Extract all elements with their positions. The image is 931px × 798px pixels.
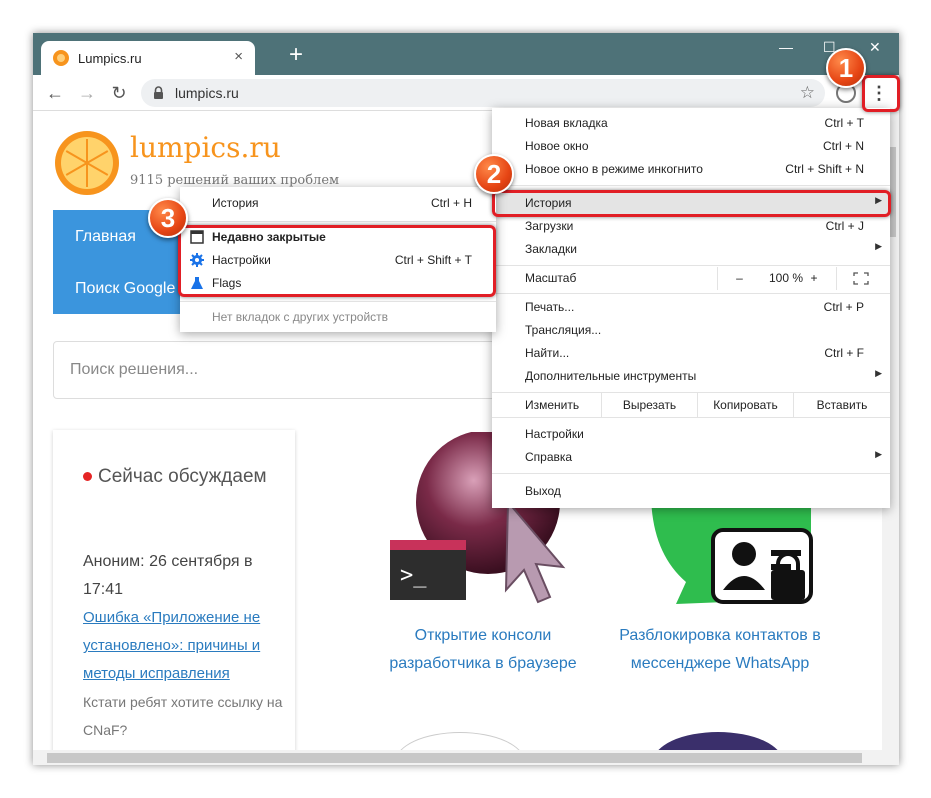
highlight-menu-button [862, 75, 900, 112]
search-placeholder: Поиск решения... [70, 361, 199, 378]
live-dot-icon [83, 472, 92, 482]
zoom-value: 100 % [768, 271, 804, 285]
zoom-out-button[interactable]: – [717, 267, 761, 290]
menu-settings[interactable]: Настройки [492, 423, 890, 446]
close-window-button[interactable]: ✕ [869, 39, 881, 56]
article-thumb-partial [395, 732, 525, 750]
comment-author: Аноним: 26 сентября в 17:41 [83, 553, 253, 598]
menu-help[interactable]: Справка ▶ [492, 446, 890, 469]
svg-text:>_: >_ [400, 563, 427, 588]
menu-paste-button[interactable]: Вставить [794, 393, 890, 417]
submenu-history[interactable]: История Ctrl + H [180, 192, 496, 215]
article-link-console[interactable]: Открытие консоли разработчика в браузере [373, 622, 593, 678]
menu-downloads[interactable]: Загрузки Ctrl + J [492, 215, 890, 238]
chrome-main-menu: Новая вкладка Ctrl + T Новое окно Ctrl + N… [492, 108, 890, 508]
fullscreen-icon [853, 272, 869, 285]
new-tab-button[interactable]: + [289, 41, 303, 69]
discussion-link[interactable]: Ошибка «Приложение не установлено»: прич… [83, 604, 283, 688]
discussion-card: Сейчас обсуждаем Аноним: 26 сентября в 1… [53, 430, 295, 750]
tab-lumpics[interactable]: Lumpics.ru × [41, 41, 255, 75]
orange-favicon-icon [53, 50, 69, 66]
tab-title: Lumpics.ru [78, 50, 142, 66]
tab-close-icon[interactable]: × [234, 48, 243, 65]
menu-bookmarks[interactable]: Закладки ▶ [492, 238, 890, 261]
nav-search-google[interactable]: Поиск Google [75, 280, 175, 298]
step-badge-3: 3 [148, 198, 188, 238]
horizontal-scrollbar[interactable] [33, 750, 899, 765]
menu-new-tab[interactable]: Новая вкладка Ctrl + T [492, 112, 890, 135]
menu-exit[interactable]: Выход [492, 480, 890, 503]
site-brand[interactable]: lumpics.ru [130, 131, 281, 164]
menu-edit-label: Изменить [492, 393, 602, 417]
zoom-in-button[interactable]: + [808, 271, 820, 285]
minimize-button[interactable]: — [779, 39, 793, 55]
menu-incognito[interactable]: Новое окно в режиме инкогнито Ctrl + Shif… [492, 158, 890, 181]
submenu-arrow-icon: ▶ [875, 368, 882, 378]
browser-toolbar: ← → ↻ lumpics.ru ☆ ⋮ [33, 75, 899, 111]
article-thumb-partial-2 [653, 732, 783, 750]
url-text: lumpics.ru [175, 85, 239, 101]
menu-find[interactable]: Найти... Ctrl + F [492, 342, 890, 365]
bookmark-star-icon[interactable]: ☆ [800, 83, 815, 103]
highlight-recent-items [178, 225, 496, 297]
site-logo-icon[interactable] [55, 131, 119, 195]
highlight-history-item [492, 190, 891, 217]
step-badge-2: 2 [474, 154, 514, 194]
address-bar[interactable]: lumpics.ru ☆ [141, 79, 825, 107]
discussion-title: Сейчас обсуждаем [98, 466, 267, 487]
submenu-arrow-icon: ▶ [875, 449, 882, 459]
menu-cast[interactable]: Трансляция... [492, 319, 890, 342]
fullscreen-button[interactable] [836, 267, 890, 290]
menu-copy-button[interactable]: Копировать [698, 393, 794, 417]
submenu-arrow-icon: ▶ [875, 241, 882, 251]
menu-cut-button[interactable]: Вырезать [602, 393, 698, 417]
whatsapp-contacts-illustration [651, 492, 813, 604]
lock-icon [154, 86, 163, 99]
menu-more-tools[interactable]: Дополнительные инструменты ▶ [492, 365, 890, 388]
submenu-no-other-devices: Нет вкладок с других устройств [212, 310, 389, 324]
site-tagline: 9115 решений ваших проблем [130, 173, 340, 188]
reload-icon[interactable]: ↻ [107, 81, 131, 105]
title-bar: Lumpics.ru × + — ☐ ✕ [33, 33, 899, 75]
nav-home[interactable]: Главная [75, 228, 136, 246]
step-badge-1: 1 [826, 48, 866, 88]
back-arrow-icon[interactable]: ← [43, 81, 67, 105]
menu-zoom: Масштаб – 100 % + [492, 267, 890, 290]
article-link-whatsapp[interactable]: Разблокировка контактов в мессенджере Wh… [610, 622, 830, 678]
menu-new-window[interactable]: Новое окно Ctrl + N [492, 135, 890, 158]
forward-arrow-icon[interactable]: → [75, 81, 99, 105]
comment-text: Кстати ребят хотите ссылку на CNaF? [83, 694, 283, 738]
menu-print[interactable]: Печать... Ctrl + P [492, 296, 890, 319]
